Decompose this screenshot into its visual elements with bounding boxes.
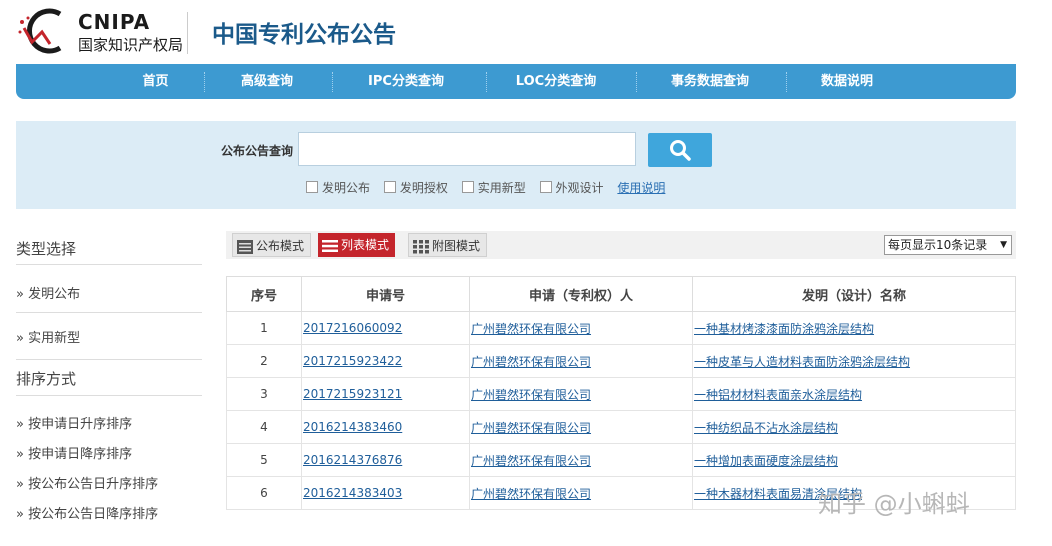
nav-ipc-search[interactable]: IPC分类查询 — [356, 64, 456, 99]
per-page-select[interactable]: 每页显示10条记录 ▼ — [884, 235, 1012, 255]
chevron-down-icon: ▼ — [1000, 240, 1007, 250]
search-label: 公布公告查询 — [221, 144, 294, 158]
applicant-link[interactable]: 广州碧然环保有限公司 — [471, 421, 591, 435]
application-number-link[interactable]: 2016214383460 — [303, 420, 402, 434]
table-header-row: 序号 申请号 申请（专利权）人 发明（设计）名称 — [226, 276, 1016, 312]
applicant-link[interactable]: 广州碧然环保有限公司 — [471, 487, 591, 501]
nav-separator — [204, 72, 206, 92]
logo-text-en: CNIPA — [78, 10, 151, 34]
site-header: CNIPA 国家知识产权局 中国专利公布公告 — [0, 0, 1052, 62]
help-link[interactable]: 使用说明 — [617, 181, 665, 195]
search-button[interactable] — [648, 133, 712, 167]
checkbox[interactable] — [306, 181, 318, 193]
figure-mode-button[interactable]: 附图模式 — [408, 233, 488, 257]
col-header-application-number: 申请号 — [301, 276, 470, 312]
list-lines-icon — [237, 239, 253, 254]
row-index: 4 — [226, 410, 302, 444]
application-number-link[interactable]: 2016214376876 — [303, 453, 402, 467]
application-number-link[interactable]: 2017215923121 — [303, 387, 402, 401]
checkbox[interactable] — [539, 181, 552, 193]
patent-title-link[interactable]: 一种皮革与人造材料表面防涂鸦涂层结构 — [694, 355, 910, 369]
checkbox[interactable] — [383, 181, 396, 193]
sidebar-divider — [16, 312, 202, 313]
search-type-options: 发明公布 发明授权 实用新型 外观设计 使用说明 — [306, 179, 665, 196]
cnipa-logo-icon — [18, 8, 62, 54]
option-utility-model[interactable]: 实用新型 — [461, 179, 526, 196]
nav-separator — [332, 72, 334, 92]
sidebar-divider — [16, 264, 202, 265]
nav-separator — [486, 72, 488, 92]
row-index: 5 — [226, 443, 302, 477]
sort-publish-date-asc[interactable]: » 按公布公告日升序排序 — [16, 473, 158, 492]
patent-title-link[interactable]: 一种铝材材料表面亲水涂层结构 — [694, 388, 862, 402]
applicant-link[interactable]: 广州碧然环保有限公司 — [471, 388, 591, 402]
row-index: 2 — [226, 344, 302, 378]
sort-apply-date-asc[interactable]: » 按申请日升序排序 — [16, 413, 132, 432]
patent-title-link[interactable]: 一种纺织品不沾水涂层结构 — [694, 421, 838, 435]
sidebar-divider — [16, 395, 202, 396]
search-input[interactable] — [298, 132, 636, 166]
nav-transaction-search[interactable]: 事务数据查询 — [660, 64, 760, 99]
nav-home[interactable]: 首页 — [128, 64, 183, 99]
search-icon — [670, 140, 691, 161]
application-number-link[interactable]: 2017215923422 — [303, 354, 402, 368]
sidebar-divider — [16, 359, 202, 360]
row-index: 6 — [226, 476, 302, 510]
patent-title-link[interactable]: 一种增加表面硬度涂层结构 — [694, 454, 838, 468]
cnipa-logo[interactable]: CNIPA 国家知识产权局 — [14, 8, 189, 56]
watermark: 知乎 @小蝌蚪 — [818, 490, 970, 518]
sort-heading: 排序方式 — [16, 370, 77, 388]
list-icon — [322, 239, 338, 252]
grid-icon — [413, 239, 429, 253]
search-panel: 公布公告查询 发明公布 发明授权 实用新型 外观设计 使用说明 — [16, 121, 1016, 209]
nav-separator — [786, 72, 788, 92]
main-nav: 首页 高级查询 IPC分类查询 LOC分类查询 事务数据查询 数据说明 — [16, 64, 1016, 99]
table-row: 4 2016214383460 广州碧然环保有限公司 一种纺织品不沾水涂层结构 — [226, 410, 1016, 444]
table-row: 1 2017216060092 广州碧然环保有限公司 一种基材烤漆漆面防涂鸦涂层… — [226, 311, 1016, 345]
application-number-link[interactable]: 2016214383403 — [303, 486, 402, 500]
publication-mode-button[interactable]: 公布模式 — [232, 233, 312, 257]
sidebar-item-invention-publication[interactable]: » 发明公布 — [16, 283, 80, 302]
sort-apply-date-desc[interactable]: » 按申请日降序排序 — [16, 443, 132, 462]
col-header-index: 序号 — [226, 276, 302, 312]
nav-loc-search[interactable]: LOC分类查询 — [506, 64, 606, 99]
applicant-link[interactable]: 广州碧然环保有限公司 — [471, 322, 591, 336]
table-row: 2 2017215923422 广州碧然环保有限公司 一种皮革与人造材料表面防涂… — [226, 344, 1016, 378]
logo-text-cn: 国家知识产权局 — [78, 36, 184, 54]
results-table: 序号 申请号 申请（专利权）人 发明（设计）名称 1 2017216060092… — [226, 276, 1016, 510]
nav-separator — [636, 72, 638, 92]
option-design[interactable]: 外观设计 — [539, 179, 604, 196]
table-row: 3 2017215923121 广州碧然环保有限公司 一种铝材材料表面亲水涂层结… — [226, 377, 1016, 411]
nav-advanced-search[interactable]: 高级查询 — [226, 64, 308, 99]
col-header-title: 发明（设计）名称 — [692, 276, 1016, 312]
row-index: 1 — [226, 311, 302, 345]
checkbox[interactable] — [461, 181, 474, 193]
option-invention-grant[interactable]: 发明授权 — [383, 179, 448, 196]
nav-data-description[interactable]: 数据说明 — [812, 64, 882, 99]
col-header-applicant: 申请（专利权）人 — [469, 276, 693, 312]
option-invention-publication[interactable]: 发明公布 — [306, 179, 370, 196]
patent-title-link[interactable]: 一种基材烤漆漆面防涂鸦涂层结构 — [694, 322, 874, 336]
sidebar-item-utility-model[interactable]: » 实用新型 — [16, 327, 80, 346]
type-heading: 类型选择 — [16, 240, 77, 258]
sort-publish-date-desc[interactable]: » 按公布公告日降序排序 — [16, 503, 158, 522]
table-row: 5 2016214376876 广州碧然环保有限公司 一种增加表面硬度涂层结构 — [226, 443, 1016, 477]
applicant-link[interactable]: 广州碧然环保有限公司 — [471, 454, 591, 468]
list-mode-button[interactable]: 列表模式 — [318, 233, 396, 257]
application-number-link[interactable]: 2017216060092 — [303, 321, 402, 335]
site-title: 中国专利公布公告 — [212, 22, 396, 48]
applicant-link[interactable]: 广州碧然环保有限公司 — [471, 355, 591, 369]
view-toolbar: 公布模式 列表模式 附图模式 每页显示10条记录 ▼ — [226, 231, 1016, 259]
row-index: 3 — [226, 377, 302, 411]
header-divider — [187, 12, 188, 54]
